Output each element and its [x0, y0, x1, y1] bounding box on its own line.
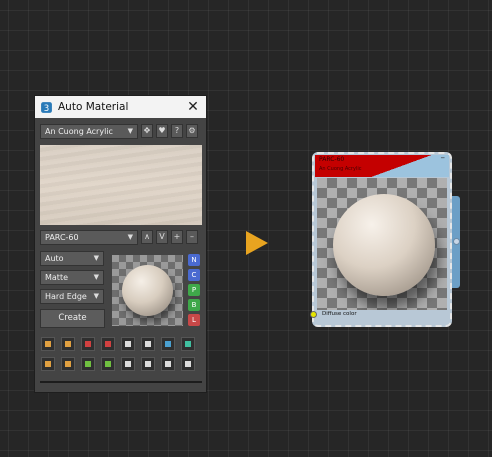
finish-dropdown-value: Matte: [45, 273, 68, 282]
tool-button-9[interactable]: [41, 357, 55, 371]
chevron-down-icon: ▼: [93, 292, 99, 300]
node-header[interactable]: PARC-60 An Cuong Acrylic –: [315, 153, 449, 177]
tool-icon: [165, 361, 171, 367]
tool-icon: [105, 341, 111, 347]
tool-button-15[interactable]: [161, 357, 175, 371]
material-node[interactable]: PARC-60 An Cuong Acrylic – Diffuse color: [310, 152, 460, 327]
node-preview-sphere: [333, 194, 435, 296]
tool-icon: [145, 361, 151, 367]
tool-button-1[interactable]: [41, 337, 55, 351]
auto-material-panel: 3 Auto Material ✕ An Cuong Acrylic ▼ ✥ ♥…: [34, 95, 207, 393]
tool-icon: [105, 361, 111, 367]
minimize-icon[interactable]: –: [441, 153, 446, 163]
material-preview: [112, 255, 183, 326]
app-icon: 3: [41, 101, 52, 113]
diffuse-input-port[interactable]: [310, 311, 317, 318]
preview-sphere: [122, 265, 173, 316]
tool-button-13[interactable]: [121, 357, 135, 371]
play-arrow-icon: [246, 231, 268, 255]
tool-button-3[interactable]: [81, 337, 95, 351]
tool-button-2[interactable]: [61, 337, 75, 351]
tool-icon: [45, 341, 51, 347]
tool-icon: [65, 361, 71, 367]
chevron-down-icon: ▼: [127, 127, 133, 135]
finish-dropdown[interactable]: Matte ▼: [40, 270, 104, 285]
tool-button-5[interactable]: [121, 337, 135, 351]
channel-button-n[interactable]: N: [188, 254, 200, 266]
tool-icon: [165, 341, 171, 347]
edge-dropdown[interactable]: Hard Edge ▼: [40, 289, 104, 304]
tool-icon: [185, 361, 191, 367]
tool-icon: [145, 341, 151, 347]
tool-icon: [185, 341, 191, 347]
mapping-dropdown[interactable]: Auto ▼: [40, 251, 104, 266]
tool-icon: [65, 341, 71, 347]
channel-button-l[interactable]: L: [188, 314, 200, 326]
heart-icon[interactable]: ♥: [156, 124, 168, 138]
code-dropdown[interactable]: PARC-60 ▼: [40, 230, 138, 245]
preset-dropdown-value: An Cuong Acrylic: [45, 127, 113, 136]
create-button[interactable]: Create: [40, 309, 105, 328]
node-name: PARC-60: [319, 156, 345, 163]
close-icon[interactable]: ✕: [184, 98, 202, 116]
code-dropdown-value: PARC-60: [45, 233, 79, 242]
tool-icon: [125, 361, 131, 367]
tool-button-6[interactable]: [141, 337, 155, 351]
tool-button-11[interactable]: [81, 357, 95, 371]
settings-icon[interactable]: ⚙: [186, 124, 198, 138]
tool-icon: [85, 361, 91, 367]
window-title: Auto Material: [58, 101, 129, 113]
channel-button-b[interactable]: B: [188, 299, 200, 311]
tool-button-10[interactable]: [61, 357, 75, 371]
chevron-down-icon: ▼: [127, 233, 133, 241]
node-preview: [317, 178, 447, 310]
channel-button-p[interactable]: P: [188, 284, 200, 296]
material-swatch: [40, 145, 202, 225]
tool-button-4[interactable]: [101, 337, 115, 351]
tool-icon: [85, 341, 91, 347]
channel-button-c[interactable]: C: [188, 269, 200, 281]
tool-icon: [45, 361, 51, 367]
help-icon[interactable]: ?: [171, 124, 183, 138]
tool-button-12[interactable]: [101, 357, 115, 371]
tool-button-7[interactable]: [161, 337, 175, 351]
move-icon[interactable]: ✥: [141, 124, 153, 138]
remove-button[interactable]: –: [186, 230, 198, 244]
chevron-down-icon: ▼: [93, 254, 99, 262]
tool-icon: [125, 341, 131, 347]
preset-dropdown[interactable]: An Cuong Acrylic ▼: [40, 124, 138, 139]
mapping-dropdown-value: Auto: [45, 254, 64, 263]
svg-text:3: 3: [44, 103, 50, 113]
edge-dropdown-value: Hard Edge: [45, 292, 87, 301]
tool-button-8[interactable]: [181, 337, 195, 351]
next-button[interactable]: V: [156, 230, 168, 244]
output-port[interactable]: [453, 238, 460, 245]
tool-button-16[interactable]: [181, 357, 195, 371]
progress-track: [40, 381, 202, 383]
titlebar: 3 Auto Material ✕: [35, 96, 206, 118]
previous-button[interactable]: ∧: [141, 230, 153, 244]
port-label: Diffuse color: [322, 311, 357, 317]
add-button[interactable]: +: [171, 230, 183, 244]
chevron-down-icon: ▼: [93, 273, 99, 281]
node-subtitle: An Cuong Acrylic: [319, 166, 362, 172]
tool-button-14[interactable]: [141, 357, 155, 371]
